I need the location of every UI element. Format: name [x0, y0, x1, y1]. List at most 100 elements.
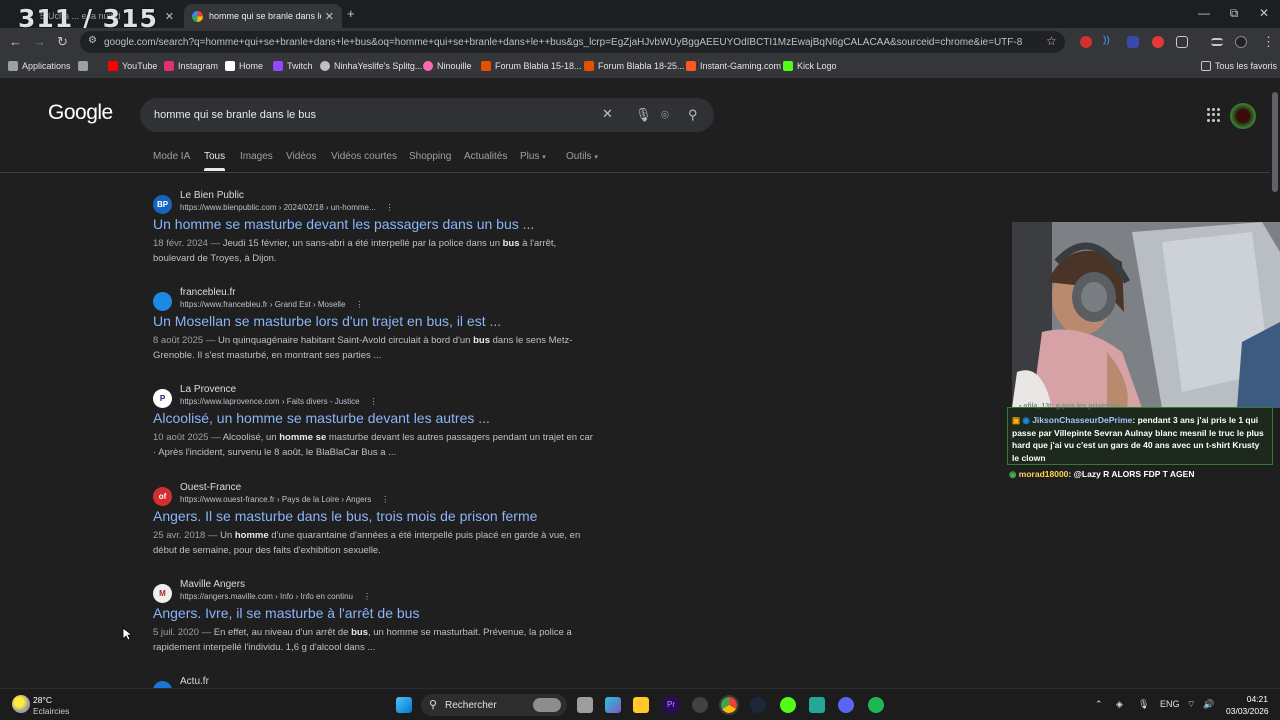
bookmark-applications[interactable]: Applications	[8, 61, 71, 71]
bookmark-youtube[interactable]: YouTube	[108, 61, 157, 71]
address-bar[interactable]: ⚙ google.com/search?q=homme+qui+se+branl…	[80, 31, 1065, 53]
site-info-icon[interactable]: ⚙	[88, 35, 97, 46]
tab-plus-label: Plus	[520, 151, 540, 162]
result-url[interactable]: https://www.bienpublic.com › 2024/02/18 …	[180, 203, 394, 212]
result-url[interactable]: https://www.laprovence.com › Faits diver…	[180, 397, 378, 406]
google-apps-icon[interactable]	[1207, 108, 1221, 122]
result-site-name[interactable]: francebleu.fr	[180, 287, 236, 298]
google-logo[interactable]: Google	[48, 101, 113, 125]
bookmark-ninouille[interactable]: Ninouille	[423, 61, 472, 71]
app-icon[interactable]	[809, 697, 825, 713]
extension-square-icon[interactable]	[1127, 36, 1139, 48]
bookmark-home[interactable]: Home	[225, 61, 263, 71]
clear-search-icon[interactable]: ✕	[602, 106, 613, 122]
file-explorer-icon[interactable]	[633, 697, 649, 713]
microphone-icon[interactable]: 🎙	[1138, 699, 1149, 710]
tab-actualites[interactable]: Actualités	[464, 151, 507, 162]
extension-wave-icon[interactable]: ))	[1103, 35, 1115, 47]
profile-avatar-icon[interactable]	[1235, 36, 1247, 48]
volume-icon[interactable]: 🔊	[1203, 699, 1214, 710]
tab-tous[interactable]: Tous	[204, 151, 226, 171]
result-url[interactable]: https://www.ouest-france.fr › Pays de la…	[180, 495, 389, 504]
copilot-icon[interactable]	[605, 697, 621, 713]
extension-red-icon[interactable]	[1080, 36, 1092, 48]
search-icon[interactable]: ⚲	[688, 107, 698, 123]
language-indicator[interactable]: ENG	[1160, 699, 1180, 709]
account-avatar[interactable]	[1230, 103, 1256, 129]
lens-camera-icon[interactable]: ⌾	[661, 107, 669, 123]
discord-icon[interactable]	[838, 697, 854, 713]
bookmark-instagram[interactable]: Instagram	[164, 61, 218, 71]
result-url-text: https://www.ouest-france.fr › Pays de la…	[180, 495, 372, 504]
obs-icon[interactable]	[692, 697, 708, 713]
taskbar-search[interactable]: ⚲ Rechercher	[421, 694, 567, 716]
reload-icon[interactable]: ↻	[57, 34, 68, 50]
minimize-button[interactable]: —	[1196, 6, 1212, 20]
bookmark-instant-gaming[interactable]: Instant-Gaming.com	[686, 61, 781, 71]
bookmark-grid[interactable]	[78, 61, 92, 71]
tray-app-icon[interactable]: ◈	[1116, 699, 1123, 710]
all-bookmarks-button[interactable]: Tous les favoris	[1201, 61, 1277, 71]
bookmark-forum-18-25[interactable]: Forum Blabla 18-25...	[584, 61, 685, 71]
weather-icon[interactable]	[12, 695, 30, 713]
result-site-name[interactable]: Maville Angers	[180, 579, 245, 590]
result-site-name[interactable]: Le Bien Public	[180, 190, 244, 201]
extensions-puzzle-icon[interactable]	[1176, 36, 1188, 48]
tab-images[interactable]: Images	[240, 151, 273, 162]
result-title-link[interactable]: Alcoolisé, un homme se masturbe devant l…	[153, 410, 490, 426]
result-title-link[interactable]: Un homme se masturbe devant les passager…	[153, 216, 534, 232]
more-options-icon[interactable]: ⋮	[363, 592, 371, 601]
spotify-icon[interactable]	[868, 697, 884, 713]
wifi-icon[interactable]: ⌔	[1187, 699, 1195, 710]
tab-videos-courtes[interactable]: Vidéos courtes	[331, 151, 397, 162]
tab-mode-ia[interactable]: Mode IA	[153, 151, 190, 162]
back-arrow-icon[interactable]: ←	[9, 34, 22, 49]
result-site-name[interactable]: Ouest-France	[180, 482, 241, 493]
windows-start-icon[interactable]	[396, 697, 412, 713]
bookmark-splitgate[interactable]: NinhaYeslife's Splitg...	[320, 61, 422, 71]
bookmark-forum-15-18[interactable]: Forum Blabla 15-18...	[481, 61, 582, 71]
bookmark-kick[interactable]: Kick Logo	[783, 61, 837, 71]
kick-app-icon[interactable]	[780, 697, 796, 713]
reading-list-icon[interactable]	[1211, 38, 1223, 46]
new-tab-button[interactable]: +	[347, 6, 355, 21]
tab-active[interactable]: homme qui se branle dans le b ✕	[184, 4, 342, 28]
forward-arrow-icon[interactable]: →	[33, 34, 46, 49]
result-title-link[interactable]: Angers. Ivre, il se masturbe à l'arrêt d…	[153, 605, 419, 621]
close-window-button[interactable]: ✕	[1256, 6, 1272, 20]
more-options-icon[interactable]: ⋮	[386, 203, 394, 212]
chrome-icon[interactable]	[719, 695, 739, 715]
steam-icon[interactable]	[750, 697, 766, 713]
bookmark-star-icon[interactable]: ☆	[1046, 34, 1057, 48]
maximize-button[interactable]: ⧉	[1226, 6, 1242, 21]
browser-toolbar: ← → ↻ ⚙ google.com/search?q=homme+qui+se…	[0, 28, 1280, 56]
result-url[interactable]: https://www.francebleu.fr › Grand Est › …	[180, 300, 363, 309]
more-options-icon[interactable]: ⋮	[381, 495, 389, 504]
result-url[interactable]: https://angers.maville.com › Info › Info…	[180, 592, 371, 601]
premiere-pro-icon[interactable]: Pr	[663, 697, 679, 713]
bookmark-twitch[interactable]: Twitch	[273, 61, 313, 71]
tray-overflow-icon[interactable]: ⌃	[1095, 699, 1103, 710]
tab-videos[interactable]: Vidéos	[286, 151, 316, 162]
result-site-name[interactable]: Actu.fr	[180, 676, 209, 687]
weather-temperature[interactable]: 28°C	[33, 695, 52, 705]
tab-close-icon[interactable]: ✕	[165, 10, 174, 23]
search-input[interactable]: homme qui se branle dans le bus	[140, 98, 714, 132]
clock-date[interactable]: 03/03/2026	[1226, 706, 1269, 716]
menu-kebab-icon[interactable]: ⋮	[1262, 34, 1275, 50]
tab-plus[interactable]: Plus ▾	[520, 151, 546, 162]
clock-time[interactable]: 04:21	[1226, 694, 1268, 704]
task-view-icon[interactable]	[577, 697, 593, 713]
microphone-icon[interactable]: 🎙	[635, 107, 652, 123]
weather-condition[interactable]: Eclaircies	[33, 706, 69, 716]
more-options-icon[interactable]: ⋮	[370, 397, 378, 406]
result-title-link[interactable]: Angers. Il se masturbe dans le bus, troi…	[153, 508, 537, 524]
tab-outils[interactable]: Outils ▾	[566, 151, 598, 162]
result-title-link[interactable]: Un Mosellan se masturbe lors d'un trajet…	[153, 313, 501, 329]
result-site-name[interactable]: La Provence	[180, 384, 236, 395]
tab-shopping[interactable]: Shopping	[409, 151, 451, 162]
scrollbar-thumb[interactable]	[1272, 92, 1278, 192]
more-options-icon[interactable]: ⋮	[355, 300, 363, 309]
tab-close-icon[interactable]: ✕	[325, 10, 334, 23]
extension-pill-icon[interactable]	[1152, 36, 1164, 48]
